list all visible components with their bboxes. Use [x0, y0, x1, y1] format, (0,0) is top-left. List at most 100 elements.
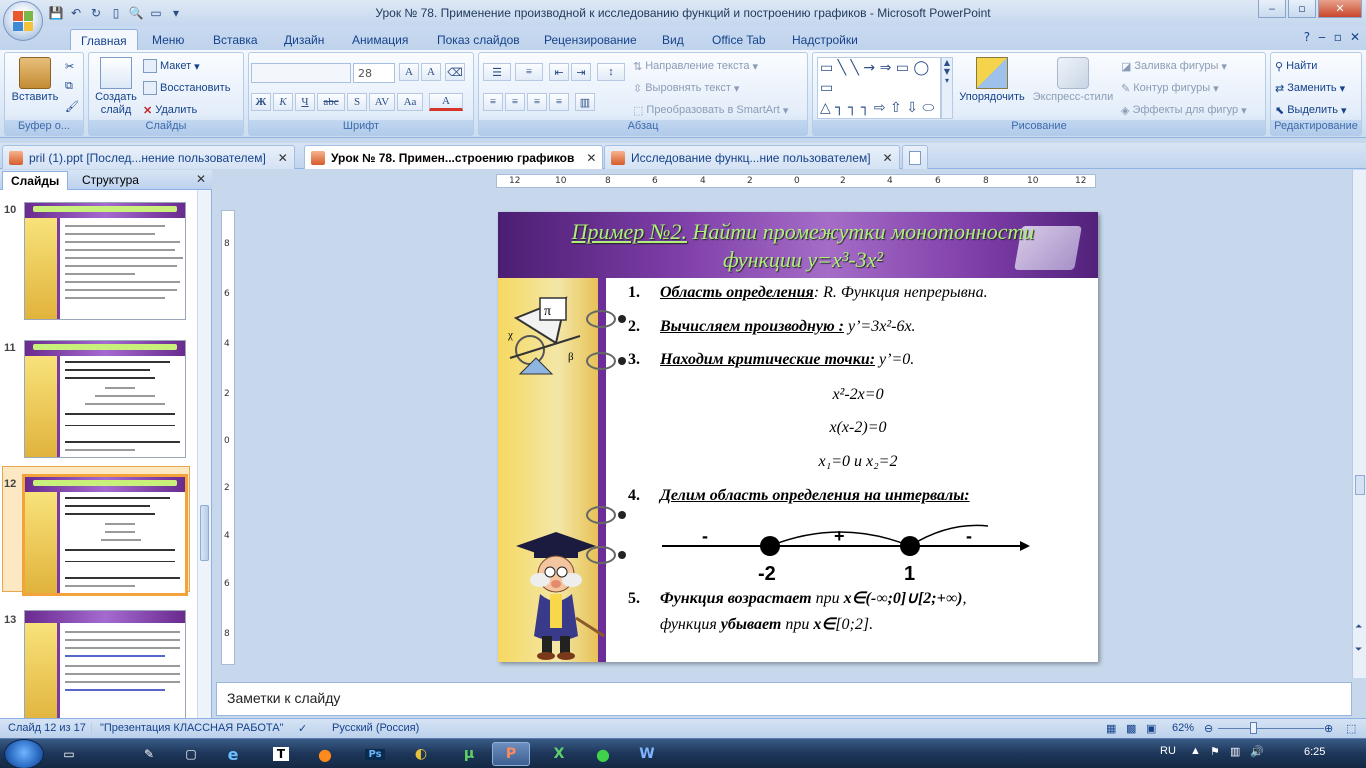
quick-styles-button[interactable]: Экспресс-стили	[1031, 57, 1115, 104]
tab-review[interactable]: Рецензирование	[534, 29, 647, 50]
start-button[interactable]	[4, 739, 44, 768]
line-spacing-button[interactable]: ↕	[597, 63, 625, 81]
flag-icon[interactable]: ⚑	[1210, 745, 1220, 758]
notes-pane[interactable]: Заметки к слайду	[216, 682, 1352, 716]
word-icon[interactable]: W	[628, 742, 666, 766]
shrink-font-button[interactable]: A	[421, 63, 441, 81]
tab-animation[interactable]: Анимация	[342, 29, 418, 50]
shape-effects-button[interactable]: ◈ Эффекты для фигур ▾	[1121, 101, 1247, 119]
slide-thumbnail-13[interactable]	[24, 610, 186, 718]
slides-pane-scrollbar[interactable]	[197, 190, 211, 718]
network-icon[interactable]: ▥	[1230, 745, 1240, 758]
tab-home[interactable]: Главная	[70, 29, 138, 50]
language-bar[interactable]: RU	[1160, 745, 1176, 757]
justify-button[interactable]: ≡	[549, 93, 569, 111]
tab-outline[interactable]: Структура	[74, 171, 147, 190]
close-tab-icon[interactable]: ✕	[586, 151, 596, 165]
minimize-button[interactable]: ‒	[1258, 0, 1286, 18]
office-button[interactable]	[3, 1, 43, 41]
tab-view[interactable]: Вид	[652, 29, 694, 50]
reset-button[interactable]: Восстановить	[143, 79, 230, 97]
slideshow-view-icon[interactable]: ▣	[1146, 722, 1156, 735]
tab-design[interactable]: Дизайн	[274, 29, 334, 50]
doc-tab-pril[interactable]: pril (1).ppt [Послед...нение пользовател…	[2, 145, 295, 169]
tab-slides[interactable]: Слайды	[2, 171, 69, 190]
layout-button[interactable]: Макет ▾	[143, 57, 200, 75]
arrange-button[interactable]: Упорядочить	[957, 57, 1027, 104]
ribbon-close-icon[interactable]: ✕	[1350, 30, 1360, 44]
select-button[interactable]: ⬉ Выделить ▾	[1275, 101, 1347, 119]
current-slide[interactable]: Пример №2. Найти промежутки монотонности…	[498, 212, 1098, 662]
case-button[interactable]: Aa	[397, 93, 423, 111]
font-name-field[interactable]	[251, 63, 351, 83]
align-right-button[interactable]: ≡	[527, 93, 547, 111]
close-pane-icon[interactable]: ✕	[196, 172, 206, 186]
firefox-icon[interactable]: ●	[306, 742, 344, 766]
prev-slide-icon[interactable]: ⏶	[1355, 622, 1362, 632]
smartart-button[interactable]: ⬚ Преобразовать в SmartArt ▾	[633, 101, 788, 119]
paste-button[interactable]: Вставить	[9, 57, 61, 104]
nero-icon[interactable]: ◐	[402, 742, 440, 766]
next-slide-icon[interactable]: ⏷	[1355, 645, 1362, 655]
scrollbar-thumb[interactable]	[200, 505, 209, 561]
paint-app-icon[interactable]: ✎	[130, 742, 168, 766]
editor-vertical-scrollbar[interactable]: ⏶ ⏷	[1352, 170, 1366, 678]
shape-fill-button[interactable]: ◪ Заливка фигуры ▾	[1121, 57, 1227, 75]
excel-icon[interactable]: X	[540, 742, 578, 766]
internet-explorer-icon[interactable]: e	[214, 742, 252, 766]
zoom-out-icon[interactable]: ⊖	[1204, 722, 1213, 735]
slide-thumbnail-11[interactable]	[24, 340, 186, 458]
ribbon-restore-icon[interactable]: ▫	[1334, 30, 1342, 44]
green-app-icon[interactable]: ●	[584, 742, 622, 766]
clock[interactable]: 6:25	[1304, 746, 1325, 758]
zoom-slider-thumb[interactable]	[1250, 722, 1257, 734]
shadow-button[interactable]: S	[347, 93, 367, 111]
columns-button[interactable]: ▥	[575, 93, 595, 111]
bullets-button[interactable]: ☰	[483, 63, 511, 81]
tab-office-tab[interactable]: Office Tab	[702, 29, 776, 50]
slide-sorter-icon[interactable]: ▩	[1126, 722, 1136, 735]
decrease-indent-button[interactable]: ⇤	[549, 63, 569, 81]
doc-tab-research[interactable]: Исследование функц...ние пользователем] …	[604, 145, 900, 169]
italic-button[interactable]: К	[273, 93, 293, 111]
shape-outline-button[interactable]: ✎ Контур фигуры ▾	[1121, 79, 1219, 97]
zoom-slider[interactable]	[1218, 728, 1324, 729]
slide-thumbnail-12[interactable]	[22, 474, 188, 596]
language-indicator[interactable]: Русский (Россия)	[332, 722, 419, 734]
close-tab-icon[interactable]: ✕	[883, 151, 893, 165]
powerpoint-taskbar-icon[interactable]: P	[492, 742, 530, 766]
new-tab-button[interactable]	[902, 145, 928, 169]
clear-format-button[interactable]: ⌫	[445, 63, 465, 81]
bold-button[interactable]: Ж	[251, 93, 271, 111]
strike-button[interactable]: abc	[317, 93, 345, 111]
close-button[interactable]: ✕	[1318, 0, 1362, 18]
align-left-button[interactable]: ≡	[483, 93, 503, 111]
increase-indent-button[interactable]: ⇥	[571, 63, 591, 81]
tab-addins[interactable]: Надстройки	[782, 29, 868, 50]
shapes-scroll[interactable]: ▲ ▼ ▾	[941, 57, 953, 119]
text-direction-button[interactable]: ⇅ Направление текста ▾	[633, 57, 758, 75]
spellcheck-icon[interactable]: ✓	[298, 722, 307, 735]
volume-icon[interactable]: 🔊	[1250, 745, 1264, 758]
align-center-button[interactable]: ≡	[505, 93, 525, 111]
maximize-button[interactable]: ▫	[1288, 0, 1316, 18]
fit-to-window-icon[interactable]: ⬚	[1346, 722, 1356, 735]
find-button[interactable]: ⚲ Найти	[1275, 57, 1317, 75]
normal-view-icon[interactable]: ▦	[1106, 722, 1116, 735]
close-tab-icon[interactable]: ✕	[278, 151, 288, 165]
tab-slideshow[interactable]: Показ слайдов	[427, 29, 530, 50]
grow-font-button[interactable]: A	[399, 63, 419, 81]
tab-insert[interactable]: Вставка	[203, 29, 268, 50]
tray-expand-icon[interactable]: ▲	[1190, 745, 1201, 757]
zoom-level[interactable]: 62%	[1172, 722, 1194, 734]
tab-menu[interactable]: Меню	[142, 29, 194, 50]
copy-button[interactable]: ⧉	[65, 77, 73, 95]
utorrent-icon[interactable]: µ	[450, 742, 488, 766]
spacing-button[interactable]: AV	[369, 93, 395, 111]
slide-thumbnail-10[interactable]	[24, 202, 186, 320]
shapes-gallery[interactable]: ▭ ╲ ╲ → ⇒ ▭ ◯ ▭△ ┐ ┐ ┐ ⇨ ⇧ ⇩ ⬭↘ ⌒ ⌒ { } …	[817, 57, 941, 136]
underline-button[interactable]: Ч	[295, 93, 315, 111]
scrollbar-thumb[interactable]	[1355, 475, 1365, 495]
show-desktop-icon[interactable]: ▭	[50, 742, 88, 766]
replace-button[interactable]: ⇄ Заменить ▾	[1275, 79, 1345, 97]
